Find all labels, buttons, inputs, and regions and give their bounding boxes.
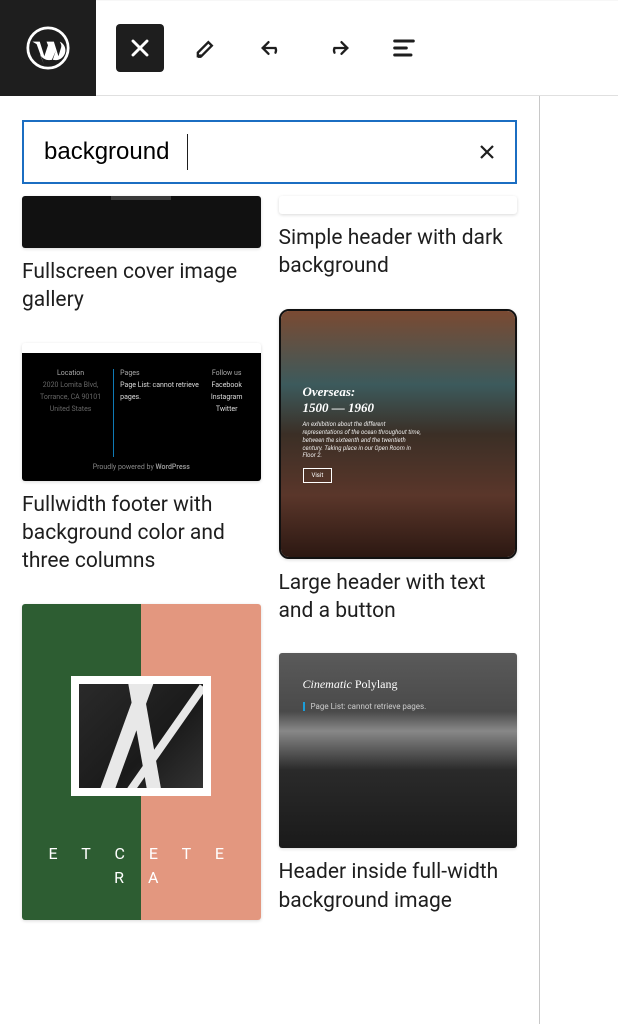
- close-inserter-button[interactable]: [116, 24, 164, 72]
- pattern-label: Header inside full-width background imag…: [279, 858, 518, 915]
- close-icon: [126, 34, 154, 62]
- footer-col-item: Page List: cannot retrieve: [120, 381, 199, 389]
- wordpress-logo[interactable]: [0, 0, 96, 96]
- search-container: [22, 120, 517, 184]
- etc-title: E T C E T E R A: [22, 842, 261, 890]
- undo-icon: [258, 34, 286, 62]
- large-header-title: Overseas: 1500 — 1960: [303, 384, 423, 415]
- inserter-panel: Fullscreen cover image gallery Location …: [0, 96, 540, 1024]
- wordpress-icon: [26, 26, 70, 70]
- results-column-right: Simple header with dark background Overs…: [279, 196, 518, 933]
- pattern-label: Fullwidth footer with background color a…: [22, 491, 261, 576]
- footer-col-item: United States: [50, 405, 92, 413]
- results-column-left: Fullscreen cover image gallery Location …: [22, 196, 261, 933]
- footer-col-item: 2020 Lomita Blvd,: [43, 381, 99, 389]
- text-cursor: [187, 134, 188, 170]
- large-header-description: An exhibition about the different repres…: [303, 421, 423, 460]
- pattern-label: Fullscreen cover image gallery: [22, 258, 261, 315]
- footer-col-title: Pages: [120, 369, 139, 377]
- footer-powered: Proudly powered by WordPress: [34, 463, 249, 471]
- close-icon: [475, 140, 499, 164]
- undo-button[interactable]: [248, 24, 296, 72]
- pattern-large-header[interactable]: Overseas: 1500 — 1960 An exhibition abou…: [279, 309, 518, 559]
- pattern-etcetera[interactable]: E T C E T E R A: [22, 604, 261, 920]
- footer-col-title: Location: [57, 369, 84, 377]
- search-input[interactable]: [22, 120, 517, 184]
- pattern-simple-header[interactable]: [279, 196, 518, 214]
- redo-icon: [324, 34, 352, 62]
- pattern-results: Fullscreen cover image gallery Location …: [22, 196, 517, 933]
- redo-button[interactable]: [314, 24, 362, 72]
- toolbar: [96, 24, 428, 72]
- footer-col-item: Twitter: [216, 405, 238, 413]
- pencil-icon: [192, 34, 220, 62]
- pattern-fullwidth-footer[interactable]: Location 2020 Lomita Blvd, Torrance, CA …: [22, 343, 261, 481]
- editor-topbar: [0, 0, 618, 96]
- document-outline-button[interactable]: [380, 24, 428, 72]
- pattern-fullscreen-cover[interactable]: [22, 196, 261, 248]
- clear-search-button[interactable]: [467, 132, 507, 172]
- outline-icon: [390, 34, 418, 62]
- pattern-label: Simple header with dark background: [279, 224, 518, 281]
- header-nav-text: Page List: cannot retrieve pages.: [303, 702, 494, 711]
- footer-col-item: Torrance, CA 90101: [40, 393, 101, 401]
- large-header-button: Visit: [303, 468, 333, 483]
- pattern-header-fullwidth-bg[interactable]: Cinematic Polylang Page List: cannot ret…: [279, 653, 518, 848]
- footer-col-title: Follow us: [212, 369, 242, 377]
- header-brand: Cinematic Polylang: [303, 677, 494, 692]
- footer-col-item: Facebook: [211, 381, 241, 389]
- footer-col-item: pages.: [120, 393, 141, 401]
- edit-button[interactable]: [182, 24, 230, 72]
- pattern-label: Large header with text and a button: [279, 569, 518, 626]
- footer-col-item: Instagram: [211, 393, 243, 401]
